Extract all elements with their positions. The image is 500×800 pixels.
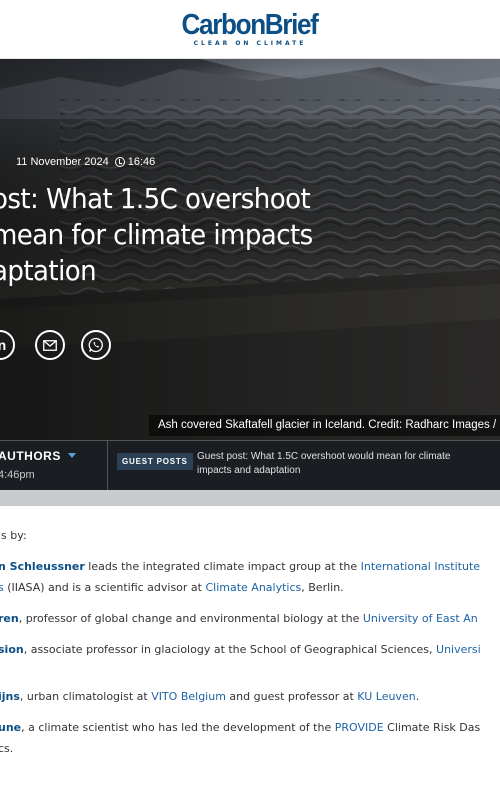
chevron-down-icon <box>67 453 76 458</box>
linkedin-icon: in <box>0 337 7 353</box>
clock-icon <box>114 157 125 167</box>
author-name[interactable]: ren <box>0 612 19 625</box>
hero-image: 11 November 2024 16:46 ost: What 1.5C ov… <box>0 59 500 440</box>
intro-text: is by: <box>0 529 27 542</box>
institution-link[interactable]: University of East An <box>363 612 478 625</box>
author-name[interactable]: une <box>0 721 21 734</box>
institution-link[interactable]: International Institute <box>361 560 480 573</box>
author-name[interactable]: sion <box>0 643 24 656</box>
related-article-link[interactable]: Guest post: What 1.5C overshoot would me… <box>197 450 487 478</box>
email-share-button[interactable] <box>35 330 65 360</box>
site-logo[interactable]: CarbonBrief CLEAR ON CLIMATE <box>0 10 500 47</box>
author-name[interactable]: ijns <box>0 690 20 703</box>
title-line: aptation <box>0 254 97 287</box>
institution-link[interactable]: Universi <box>436 643 481 656</box>
title-line: ost: What 1.5C overshoot <box>0 182 311 215</box>
author-paragraph: n Schleussner leads the integrated clima… <box>0 560 481 573</box>
author-paragraph-line2: cs. <box>0 742 14 755</box>
section-separator <box>0 490 500 506</box>
author-paragraph: sion, associate professor in glaciology … <box>0 643 481 656</box>
author-name[interactable]: n Schleussner <box>0 560 85 573</box>
article-meta: 11 November 2024 16:46 <box>0 155 155 169</box>
article-info-bar: AUTHORS 4:46pm GUEST POSTS Guest post: W… <box>0 440 500 490</box>
logo-wordmark: CarbonBrief <box>182 9 319 41</box>
category-badge[interactable]: GUEST POSTS <box>117 453 193 470</box>
logo-tagline: CLEAR ON CLIMATE <box>193 40 307 47</box>
institution-link[interactable]: VITO Belgium <box>151 690 226 703</box>
institution-link[interactable]: PROVIDE <box>335 721 384 734</box>
article-title: ost: What 1.5C overshoot mean for climat… <box>0 181 327 289</box>
published-time: 4:46pm <box>0 469 35 481</box>
title-line: mean for climate impacts <box>0 218 313 251</box>
site-header: CarbonBrief CLEAR ON CLIMATE <box>0 0 500 59</box>
divider <box>107 441 108 490</box>
author-paragraph: ijns, urban climatologist at VITO Belgiu… <box>0 690 420 703</box>
author-paragraph-line2: s (IIASA) and is a scientific advisor at… <box>0 581 344 594</box>
article-time: 16:46 <box>127 156 156 168</box>
image-caption: Ash covered Skaftafell glacier in Icelan… <box>149 415 500 436</box>
authors-label: AUTHORS <box>0 449 61 463</box>
author-paragraph: ren, professor of global change and envi… <box>0 612 478 625</box>
author-paragraph: une, a climate scientist who has led the… <box>0 721 481 734</box>
institution-link[interactable]: Climate Analytics <box>205 581 301 594</box>
whatsapp-icon <box>88 337 103 353</box>
institution-link[interactable]: KU Leuven <box>357 690 415 703</box>
email-icon <box>43 339 57 351</box>
article-date: 11 November 2024 <box>16 156 109 168</box>
authors-dropdown[interactable]: AUTHORS <box>0 449 76 463</box>
article-body: is by: n Schleussner leads the integrate… <box>0 506 500 800</box>
whatsapp-share-button[interactable] <box>81 330 111 360</box>
